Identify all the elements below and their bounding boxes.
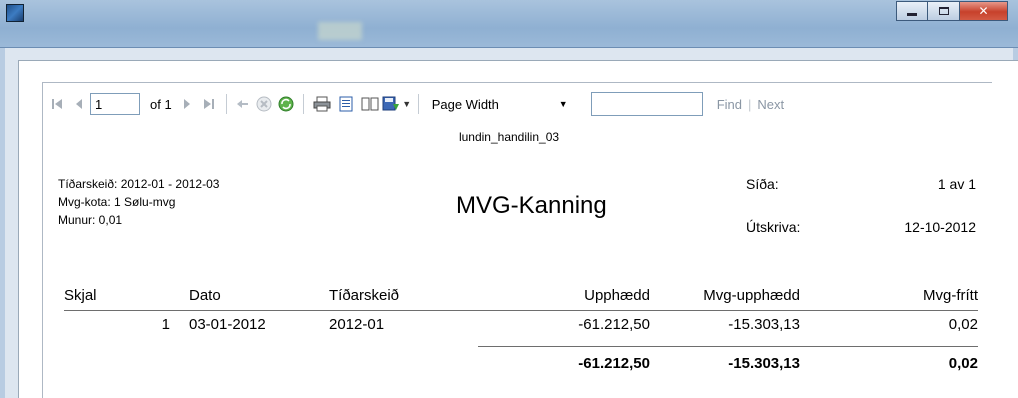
cell-skjal: 1: [161, 316, 170, 333]
export-icon[interactable]: ▼: [382, 96, 412, 112]
next-page-icon[interactable]: [176, 98, 198, 110]
total-free: 0,02: [948, 355, 978, 372]
window-controls: ✕: [896, 1, 1008, 21]
page-setup-icon[interactable]: [358, 96, 382, 112]
refresh-icon[interactable]: [275, 96, 297, 112]
prev-page-icon[interactable]: [68, 98, 90, 110]
difference-line: Munur: 0,01: [58, 213, 123, 227]
chevron-down-icon: ▼: [558, 99, 568, 109]
period-line: Tíðarskeið: 2012-01 - 2012-03: [58, 177, 220, 191]
cell-vat: -15.303,13: [728, 316, 800, 333]
window-title: [318, 22, 362, 40]
printed-value: 12-10-2012: [904, 219, 976, 235]
report-name: lundin_handilin_03: [458, 130, 560, 144]
header-rule: [64, 310, 978, 311]
first-page-icon[interactable]: [46, 98, 68, 110]
minimize-button[interactable]: [896, 1, 928, 21]
next-link[interactable]: Next: [757, 97, 784, 112]
window-titlebar: ✕: [0, 0, 1018, 48]
page-count-label: of 1: [150, 96, 172, 112]
column-header-amount: Upphædd: [584, 287, 650, 304]
column-header-skjal: Skjal: [64, 287, 97, 304]
dropdown-arrow-icon: ▼: [402, 99, 412, 109]
find-divider: |: [747, 96, 752, 112]
print-layout-icon[interactable]: [334, 96, 358, 112]
cell-period: 2012-01: [329, 316, 385, 333]
close-button[interactable]: ✕: [960, 1, 1008, 21]
app-icon: [6, 4, 24, 22]
total-amount: -61.212,50: [578, 355, 650, 372]
column-header-vat: Mvg-upphædd: [703, 287, 800, 304]
maximize-icon: [938, 7, 949, 15]
print-icon[interactable]: [310, 96, 334, 112]
report-title: MVG-Kanning: [456, 192, 607, 219]
last-page-icon[interactable]: [198, 98, 220, 110]
close-icon: ✕: [978, 4, 989, 18]
cell-amount: -61.212,50: [578, 316, 650, 333]
page-label: Síða:: [746, 176, 779, 192]
find-input[interactable]: [590, 92, 703, 116]
printed-label: Útskriva:: [746, 219, 801, 235]
report-info: Tíðarskeið: 2012-01 - 2012-03 Mvg-kota: …: [58, 175, 219, 229]
find-link[interactable]: Find: [717, 97, 742, 112]
toolbar-divider: [417, 94, 419, 114]
vat-code-line: Mvg-kota: 1 Sølu-mvg: [58, 195, 176, 209]
cell-dato: 03-01-2012: [189, 316, 266, 333]
page-value: 1 av 1: [937, 176, 976, 192]
stop-icon[interactable]: [253, 96, 275, 112]
column-header-dato: Dato: [189, 287, 221, 304]
column-header-period: Tíðarskeið: [329, 287, 400, 304]
minimize-icon: [907, 12, 917, 16]
cell-free: 0,02: [948, 316, 978, 333]
toolbar-divider: [225, 94, 227, 114]
total-vat: -15.303,13: [728, 355, 800, 372]
column-header-free: Mvg-frítt: [923, 287, 978, 304]
toolbar-divider: [302, 94, 304, 114]
zoom-value: Page Width: [431, 96, 499, 112]
totals-rule: [478, 346, 978, 347]
zoom-select[interactable]: Page Width ▼: [424, 93, 575, 115]
report-toolbar: of 1 ▼ Page Width ▼ Find | Next: [46, 86, 990, 122]
page-number-input[interactable]: [90, 93, 140, 115]
back-icon[interactable]: [233, 99, 253, 109]
maximize-button[interactable]: [928, 1, 960, 21]
